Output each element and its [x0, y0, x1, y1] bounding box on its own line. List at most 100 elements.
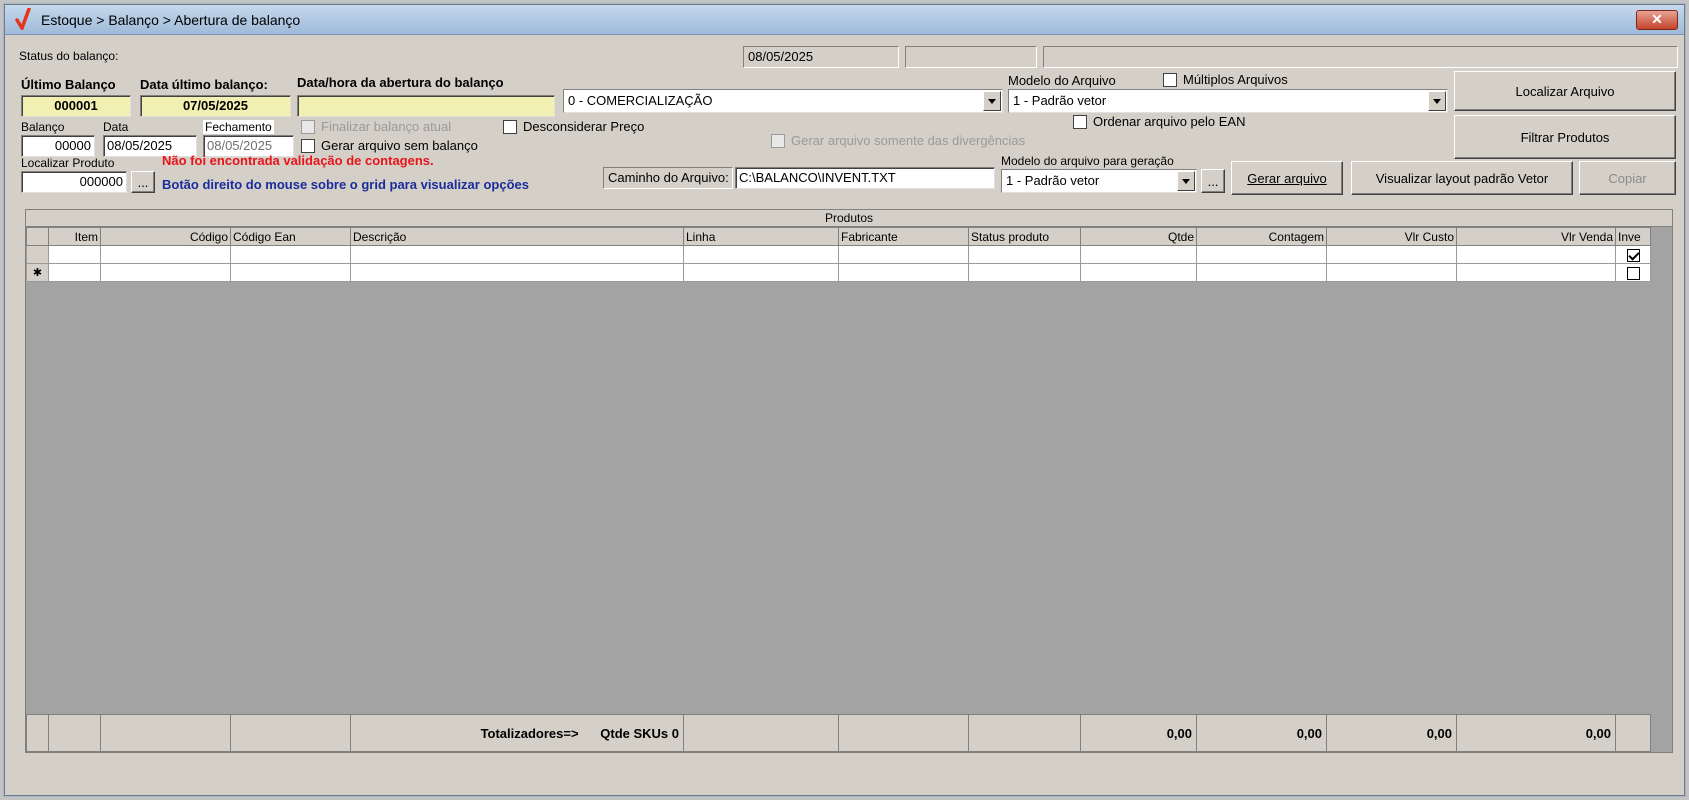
cell[interactable]	[683, 263, 839, 282]
cell[interactable]	[100, 263, 231, 282]
totals-cell	[26, 714, 49, 752]
chevron-down-icon[interactable]	[1428, 91, 1446, 111]
produtos-grid[interactable]: Produtos Item Código Código Ean Descriçã…	[25, 209, 1673, 753]
abertura-field[interactable]	[297, 95, 555, 117]
finalizar-balanco-checkbox[interactable]: Finalizar balanço atual	[301, 119, 451, 134]
cell[interactable]	[230, 245, 351, 264]
balanco-field[interactable]: 00000	[21, 135, 95, 157]
col-header-inve[interactable]: Inve	[1615, 227, 1651, 246]
abertura-label: Data/hora da abertura do balanço	[297, 75, 504, 90]
localizar-produto-ellipsis-button[interactable]: ...	[131, 171, 155, 193]
grid-caption: Produtos	[26, 210, 1672, 227]
cell[interactable]	[350, 245, 684, 264]
somente-divergencias-checkbox[interactable]: Gerar arquivo somente das divergências	[771, 133, 1025, 148]
main-window: Estoque > Balanço > Abertura de balanço …	[4, 4, 1685, 796]
modelo-arquivo-select[interactable]: 1 - Padrão vetor	[1008, 89, 1448, 113]
cell[interactable]	[1456, 245, 1616, 264]
cell[interactable]	[1456, 263, 1616, 282]
cell[interactable]	[968, 263, 1081, 282]
modelo-arquivo-selected: 1 - Padrão vetor	[1013, 93, 1107, 108]
col-header-descricao[interactable]: Descrição	[350, 227, 684, 246]
col-header-vlr-venda[interactable]: Vlr Venda	[1456, 227, 1616, 246]
gerar-sem-balanco-label: Gerar arquivo sem balanço	[321, 138, 478, 153]
cell[interactable]	[1080, 263, 1197, 282]
cell[interactable]	[1196, 245, 1327, 264]
chevron-down-icon[interactable]	[983, 91, 1001, 111]
col-header-codigo[interactable]: Código	[100, 227, 231, 246]
finalizar-balanco-label: Finalizar balanço atual	[321, 119, 452, 134]
checkbox-checked-icon[interactable]	[1626, 248, 1640, 262]
checkbox-icon[interactable]	[301, 119, 315, 134]
col-header-linha[interactable]: Linha	[683, 227, 839, 246]
modelo-geracao-label: Modelo do arquivo para geração	[1001, 154, 1174, 168]
totals-cell	[683, 714, 839, 752]
totals-cell	[1615, 714, 1651, 752]
gerar-sem-balanco-checkbox[interactable]: Gerar arquivo sem balanço	[301, 138, 478, 153]
cell[interactable]	[683, 245, 839, 264]
modelo-arquivo-label: Modelo do Arquivo	[1008, 73, 1116, 88]
window-title: Estoque > Balanço > Abertura de balanço	[41, 12, 301, 28]
checkbox-icon[interactable]	[1073, 114, 1087, 129]
modelo-geracao-ellipsis-button[interactable]: ...	[1201, 169, 1225, 193]
cell[interactable]	[100, 245, 231, 264]
data-label: Data	[103, 120, 129, 134]
totals-cell	[48, 714, 101, 752]
vetor-logo-icon	[15, 8, 31, 30]
totals-label: Totalizadores=>	[480, 725, 579, 741]
ordenar-ean-checkbox[interactable]: Ordenar arquivo pelo EAN	[1073, 114, 1245, 129]
cell[interactable]	[350, 263, 684, 282]
cell[interactable]	[230, 263, 351, 282]
checkbox-icon[interactable]	[301, 138, 315, 153]
cell[interactable]	[838, 245, 969, 264]
table-row[interactable]: ✱	[26, 263, 1651, 282]
cell[interactable]	[1080, 245, 1197, 264]
ultimo-balanco-label: Último Balanço	[21, 77, 116, 92]
table-row[interactable]	[26, 245, 1651, 264]
gerar-arquivo-button[interactable]: Gerar arquivo	[1231, 161, 1343, 195]
filtrar-produtos-button[interactable]: Filtrar Produtos	[1454, 115, 1676, 159]
multiplos-arquivos-checkbox[interactable]: Múltiplos Arquivos	[1163, 72, 1288, 87]
localizar-arquivo-button[interactable]: Localizar Arquivo	[1454, 71, 1676, 111]
checkbox-icon[interactable]	[1626, 266, 1640, 280]
col-header-qtde[interactable]: Qtde	[1080, 227, 1197, 246]
col-header-fabricante[interactable]: Fabricante	[838, 227, 969, 246]
inve-cell[interactable]	[1615, 263, 1651, 282]
cell[interactable]	[1326, 263, 1457, 282]
produtos-table[interactable]: Item Código Código Ean Descrição Linha F…	[26, 227, 1651, 282]
desconsiderar-preco-checkbox[interactable]: Desconsiderar Preço	[503, 119, 644, 134]
totals-cell	[230, 714, 351, 752]
modelo-geracao-select[interactable]: 1 - Padrão vetor	[1001, 169, 1197, 193]
checkbox-icon[interactable]	[771, 133, 785, 148]
multiplos-arquivos-label: Múltiplos Arquivos	[1183, 72, 1288, 87]
col-header-vlr-custo[interactable]: Vlr Custo	[1326, 227, 1457, 246]
cell[interactable]	[48, 263, 101, 282]
localizar-produto-field[interactable]: 000000	[21, 171, 127, 193]
status-date-panel: 08/05/2025	[743, 46, 899, 68]
chevron-down-icon[interactable]	[1177, 171, 1195, 191]
copiar-button[interactable]: Copiar	[1579, 161, 1676, 195]
visualizar-layout-button[interactable]: Visualizar layout padrão Vetor	[1351, 161, 1573, 195]
cell[interactable]	[838, 263, 969, 282]
col-header-status-produto[interactable]: Status produto	[968, 227, 1081, 246]
caminho-field[interactable]: C:\BALANCO\INVENT.TXT	[735, 167, 995, 189]
totals-row: Totalizadores=> Qtde SKUs 0 0,00 0,00 0,…	[26, 714, 1651, 752]
cell[interactable]	[1326, 245, 1457, 264]
col-header-codigo-ean[interactable]: Código Ean	[230, 227, 351, 246]
status-panel-2	[905, 46, 1037, 68]
cell[interactable]	[48, 245, 101, 264]
cell[interactable]	[1196, 263, 1327, 282]
data-ultimo-balanco-field: 07/05/2025	[140, 95, 291, 117]
balanco-label: Balanço	[21, 120, 65, 134]
checkbox-icon[interactable]	[503, 119, 517, 134]
finalidade-select[interactable]: 0 - COMERCIALIZAÇÃO	[563, 89, 1003, 113]
inve-cell[interactable]	[1615, 245, 1651, 264]
data-ultimo-balanco-label: Data último balanço:	[140, 77, 268, 92]
ordenar-ean-label: Ordenar arquivo pelo EAN	[1093, 114, 1246, 129]
row-indicator	[26, 245, 49, 264]
cell[interactable]	[968, 245, 1081, 264]
checkbox-icon[interactable]	[1163, 72, 1177, 87]
totals-cell	[100, 714, 231, 752]
col-header-contagem[interactable]: Contagem	[1196, 227, 1327, 246]
col-header-item[interactable]: Item	[48, 227, 101, 246]
close-button[interactable]: ✕	[1636, 10, 1678, 30]
